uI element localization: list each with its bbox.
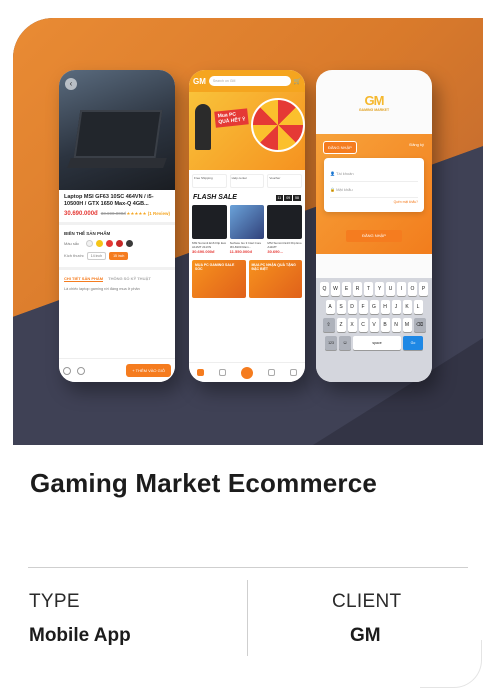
tab-detail: CHI TIẾT SẢN PHẨM: [64, 275, 104, 282]
keyboard-row: A S D F G H J K L: [318, 300, 430, 314]
badge-item: Free Shipping: [192, 174, 227, 188]
product-image: [229, 205, 265, 239]
rating-stars: ★★★★★ (1 Review): [126, 210, 170, 216]
username-field: 👤 Tài khoản: [330, 166, 418, 182]
badge-item: Help center: [229, 174, 265, 188]
color-swatch: [96, 239, 104, 247]
size-chip: 15 inch: [109, 251, 129, 260]
go-key: Go: [403, 336, 423, 350]
cart-icon: [77, 366, 85, 375]
type-label: TYPE: [29, 591, 80, 612]
password-field: 🔒 Mật khẩu: [330, 182, 418, 198]
tab-register: Đăng ký: [409, 142, 424, 147]
product-card: Surface Go 3 Intel Core M3-8100 Ram... 1…: [229, 205, 265, 254]
color-swatch: [106, 239, 114, 247]
emoji-key-icon: ☺: [339, 336, 351, 350]
project-thumbnail[interactable]: ‹ Laptop MSI GF63 10SC 464VN / i5-10500H…: [13, 18, 483, 445]
type-value: Mobile App: [29, 625, 131, 646]
search-bar: Search on GM: [208, 76, 291, 86]
laptop-image: [73, 110, 163, 158]
tab-login: ĐĂNG NHẬP: [324, 142, 356, 153]
product-description: Là chiếc laptop gaming rời đáng mua ở ph…: [64, 286, 140, 291]
brand-name: GAMING MARKET: [358, 107, 390, 112]
bottom-nav: [189, 362, 305, 382]
variants-header: BIẾN THỂ SẢN PHẨM: [59, 221, 175, 238]
flash-sale-title: FLASH SALE: [193, 194, 237, 201]
meta-divider: [28, 567, 468, 568]
build-pc-icon: [240, 366, 253, 379]
login-form: 👤 Tài khoản 🔒 Mật khẩu Quên mật khẩu?: [324, 158, 424, 212]
flash-products: MSI Summit E16 Flip Evo A11MT 211VN 30.6…: [189, 203, 305, 256]
back-arrow-icon: ‹: [65, 78, 77, 90]
backspace-key-icon: ⌫: [413, 318, 426, 332]
size-options: Kích thước 14 inch 15 inch: [59, 249, 175, 263]
old-price: 33.690.000đ: [100, 210, 126, 216]
promo-tile: MUA PC NHẬN QUÀ TẶNG ĐẶC BIỆT: [248, 260, 302, 298]
lucky-wheel: [251, 98, 305, 152]
promo-tiles: MUA PC GAMING SALE SỐC MUA PC NHẬN QUÀ T…: [189, 256, 305, 302]
detail-tabs: CHI TIẾT SẢN PHẨM THÔNG SỐ KỸ THUẬT: [59, 266, 175, 284]
size-chip: 14 inch: [86, 251, 107, 260]
color-label: Màu sắc: [64, 240, 80, 246]
gm-logo: GM: [364, 92, 385, 108]
banner-tag: Mua PC QUÀ HẾT Ý: [214, 108, 249, 128]
color-swatch: [126, 239, 134, 247]
home-icon: [196, 369, 204, 376]
keyboard-row: Q W E R T Y U I O P: [318, 282, 430, 296]
badge-item: Voucher: [267, 174, 303, 188]
keyboard-row: 123 ☺ space Go: [318, 336, 430, 350]
service-badges: Free Shipping Help center Voucher: [189, 170, 305, 192]
tab-specs: THÔNG SỐ KỸ THUẬT: [108, 275, 151, 281]
keyboard: Q W E R T Y U I O P A S D F G H J K L ⇧ …: [316, 278, 432, 382]
bottom-bar: + THÊM VÀO GIỎ: [59, 358, 175, 382]
keyboard-row: ⇧ Z X C V B N M ⌫: [318, 318, 430, 332]
product-photo: ‹: [59, 70, 175, 190]
shift-key-icon: ⇧: [322, 318, 335, 332]
add-to-cart-button: + THÊM VÀO GIỎ: [126, 364, 171, 377]
client-value: GM: [350, 625, 381, 646]
product-image: [192, 205, 227, 239]
size-label: Kích thước: [64, 253, 84, 259]
auth-tabs: ĐĂNG NHẬP Đăng ký: [316, 134, 432, 157]
client-label: CLIENT: [332, 591, 402, 612]
product-title: Laptop MSI GF63 10SC 464VN / i5-10500H /…: [64, 194, 154, 208]
chat-icon: [63, 366, 71, 375]
promo-tile: MUA PC GAMING SALE SỐC: [192, 260, 246, 298]
promo-banner: Mua PC QUÀ HẾT Ý: [189, 92, 305, 170]
forgot-password-link: Quên mật khẩu?: [393, 200, 418, 204]
flash-sale-header: FLASH SALE 11 09 58: [189, 192, 305, 203]
user-icon: [290, 369, 298, 376]
product-price: 30.690.000đ 33.690.000đ ★★★★★ (1 Review): [64, 210, 170, 217]
bell-icon: [268, 369, 276, 376]
product-card: MSI Summit E16 Flip Evo A11MT 211VN 30.6…: [192, 205, 227, 254]
home-header: GM Search on GM 🛒: [189, 70, 305, 92]
login-panel: ĐĂNG NHẬP Đăng ký 👤 Tài khoản 🔒 Mật khẩu…: [316, 134, 432, 254]
meta-column-divider: [247, 580, 248, 656]
login-header: GM GAMING MARKET: [316, 70, 432, 134]
space-key: space: [353, 336, 401, 350]
gm-logo: GM: [193, 76, 206, 86]
project-title[interactable]: Gaming Market Ecommerce: [30, 468, 377, 499]
phone-product-detail: ‹ Laptop MSI GF63 10SC 464VN / i5-10500H…: [59, 70, 175, 382]
color-swatch: [86, 239, 94, 247]
countdown-timer: 11 09 58: [275, 194, 301, 201]
card-corner-border: [420, 640, 482, 688]
product-image: [267, 205, 303, 239]
cart-icon: 🛒: [293, 78, 301, 85]
phone-login: GM GAMING MARKET ĐĂNG NHẬP Đăng ký 👤 Tài…: [316, 70, 432, 382]
color-options: Màu sắc: [59, 238, 175, 249]
color-swatch: [116, 239, 124, 247]
product-card: MSI Summit E13 Flip Evo A11MT 30.690...: [267, 205, 303, 254]
model-figure: [195, 104, 211, 150]
phone-home: GM Search on GM 🛒 Mua PC QUÀ HẾT Ý Free S…: [189, 70, 305, 382]
login-button: ĐĂNG NHẬP: [346, 230, 402, 242]
cart-icon: [218, 369, 226, 376]
